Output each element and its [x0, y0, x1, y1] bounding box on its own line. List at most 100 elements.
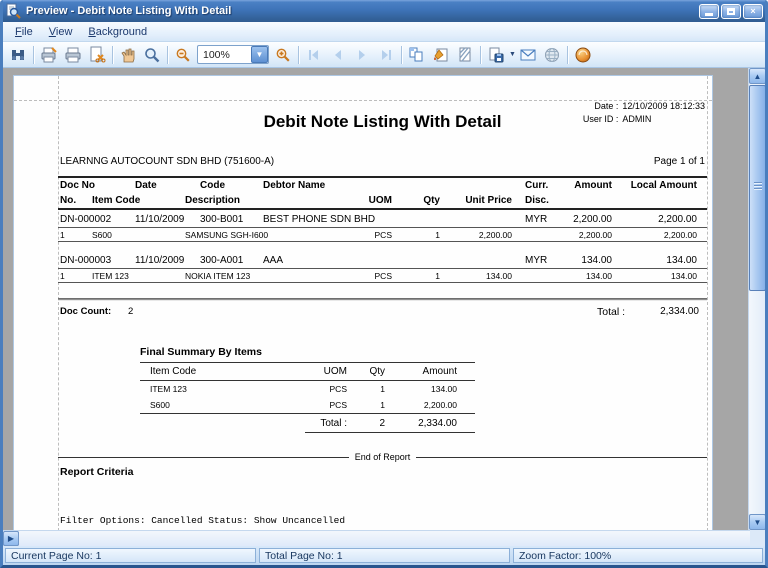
zoom-level-value[interactable]: 100% [198, 49, 251, 61]
close-button[interactable]: × [743, 3, 763, 19]
total-value: 2,334.00 [660, 306, 699, 317]
export-icon[interactable] [484, 44, 508, 66]
page-color-icon[interactable] [429, 44, 453, 66]
last-page-icon[interactable] [374, 44, 398, 66]
summary-uom: PCS [329, 384, 347, 394]
chevron-down-icon[interactable]: ▼ [251, 46, 268, 63]
table-header-row-1: Doc No Date Code Debtor Name Curr. Amoun… [58, 178, 707, 193]
title-bar[interactable]: Preview - Debit Note Listing With Detail… [3, 0, 765, 22]
scroll-up-icon[interactable]: ▲ [749, 68, 765, 84]
previous-page-icon[interactable] [326, 44, 350, 66]
first-page-icon[interactable] [302, 44, 326, 66]
criteria-line: Filter Options: Cancelled Status: Show U… [60, 515, 346, 526]
summary-title: Final Summary By Items [140, 346, 262, 358]
email-icon[interactable] [516, 44, 540, 66]
item-description: SAMSUNG SGH-I600 [185, 230, 269, 240]
report-page: Date : 12/10/2009 18:12:33 User ID : ADM… [13, 75, 713, 530]
right-margin-guide [707, 76, 708, 530]
item-qty: 1 [435, 230, 440, 240]
zoom-level-combo[interactable]: 100% ▼ [197, 45, 269, 64]
col-item-code: Item Code [92, 195, 141, 206]
summary-item-code: ITEM 123 [150, 384, 187, 394]
print-icon[interactable] [61, 44, 85, 66]
doc-count-row: Doc Count: 2 Total : 2,334.00 [58, 306, 707, 322]
item-uom: PCS [374, 230, 392, 240]
summary-total-row: Total : 2 2,334.00 [140, 413, 475, 433]
item-row: 1 S600 SAMSUNG SGH-I600 PCS 1 2,200.00 2… [58, 228, 707, 242]
col-unit-price: Unit Price [465, 195, 512, 206]
end-of-report-line [58, 456, 349, 458]
page-setup-icon[interactable] [85, 44, 109, 66]
pan-hand-icon[interactable] [116, 44, 140, 66]
next-page-icon[interactable] [350, 44, 374, 66]
company-row: LEARNNG AUTOCOUNT SDN BHD (751600-A) Pag… [60, 156, 705, 167]
vertical-scroll-thumb[interactable] [749, 85, 765, 291]
summary-total-underline [305, 432, 475, 433]
doc-debtor: BEST PHONE SDN BHD [263, 214, 376, 225]
item-no: 1 [60, 271, 65, 281]
doc-count-value: 2 [128, 306, 134, 317]
horizontal-scrollbar[interactable]: ◀ ▶ [3, 530, 750, 546]
menu-background[interactable]: Background [80, 23, 155, 41]
watermark-icon[interactable] [453, 44, 477, 66]
summary-amount: 2,200.00 [423, 400, 457, 410]
item-amount: 134.00 [586, 271, 612, 281]
summary-col-uom: UOM [323, 366, 347, 377]
summary-qty: 1 [380, 384, 385, 394]
doc-row: DN-000002 11/10/2009 300-B001 BEST PHONE… [58, 212, 707, 228]
summary-total-amount: 2,334.00 [418, 418, 457, 429]
end-of-report: End of Report [58, 452, 708, 462]
scroll-down-icon[interactable]: ▼ [749, 514, 765, 530]
doc-no: DN-000002 [60, 214, 112, 225]
col-code: Code [200, 180, 225, 191]
doc-amount: 134.00 [581, 255, 612, 266]
doc-count-label: Doc Count: [60, 306, 112, 317]
menu-file[interactable]: File [7, 23, 41, 41]
find-icon[interactable] [6, 44, 30, 66]
help-icon[interactable] [571, 44, 595, 66]
window-title: Preview - Debit Note Listing With Detail [26, 5, 232, 17]
item-row: 1 ITEM 123 NOKIA ITEM 123 PCS 1 134.00 1… [58, 269, 707, 283]
preview-app-icon [5, 3, 21, 19]
summary-col-amount: Amount [422, 366, 457, 377]
total-label: Total : [596, 306, 625, 318]
col-disc: Disc. [525, 195, 549, 206]
minimize-button[interactable] [699, 3, 719, 19]
doc-curr: MYR [525, 255, 548, 266]
table-header-row-2: No. Item Code Description UOM Qty Unit P… [58, 193, 707, 208]
col-doc-no: Doc No [60, 180, 95, 191]
menu-view[interactable]: View [41, 23, 81, 41]
col-amount: Amount [574, 180, 612, 191]
item-amount: 2,200.00 [578, 230, 612, 240]
zoom-out-icon[interactable] [171, 44, 195, 66]
report-content: Date : 12/10/2009 18:12:33 User ID : ADM… [58, 100, 708, 530]
maximize-button[interactable] [721, 3, 741, 19]
doc-no: DN-000003 [60, 255, 112, 266]
web-icon[interactable] [540, 44, 564, 66]
summary-table: Item Code UOM Qty Amount ITEM 123 PCS 1 … [140, 362, 475, 433]
zoom-in-icon[interactable] [271, 44, 295, 66]
item-uom: PCS [374, 271, 392, 281]
summary-total-qty: 2 [379, 418, 385, 429]
menu-bar: File View Background [3, 22, 765, 42]
export-dropdown-icon[interactable]: ▼ [509, 51, 516, 58]
summary-col-item-code: Item Code [150, 366, 197, 377]
preview-viewport: Date : 12/10/2009 18:12:33 User ID : ADM… [3, 68, 765, 530]
scrollbar-corner [750, 530, 765, 546]
company-name: LEARNNG AUTOCOUNT SDN BHD (751600-A) [60, 156, 275, 167]
print-report-icon[interactable] [37, 44, 61, 66]
doc-date: 11/10/2009 [135, 255, 185, 266]
multiple-pages-icon[interactable] [405, 44, 429, 66]
scroll-right-icon[interactable]: ▶ [3, 531, 19, 546]
report-criteria-title: Report Criteria [60, 466, 134, 478]
summary-col-qty: Qty [369, 366, 385, 377]
summary-uom: PCS [329, 400, 347, 410]
vertical-scrollbar[interactable]: ▲ ▼ [748, 68, 765, 530]
item-unit-price: 2,200.00 [478, 230, 512, 240]
zoom-mode-icon[interactable] [140, 44, 164, 66]
doc-row: DN-000003 11/10/2009 300-A001 AAA MYR 13… [58, 253, 707, 269]
item-unit-price: 134.00 [486, 271, 512, 281]
summary-item-code: S600 [150, 400, 170, 410]
col-curr: Curr. [525, 180, 549, 191]
report-title: Debit Note Listing With Detail [263, 112, 502, 131]
